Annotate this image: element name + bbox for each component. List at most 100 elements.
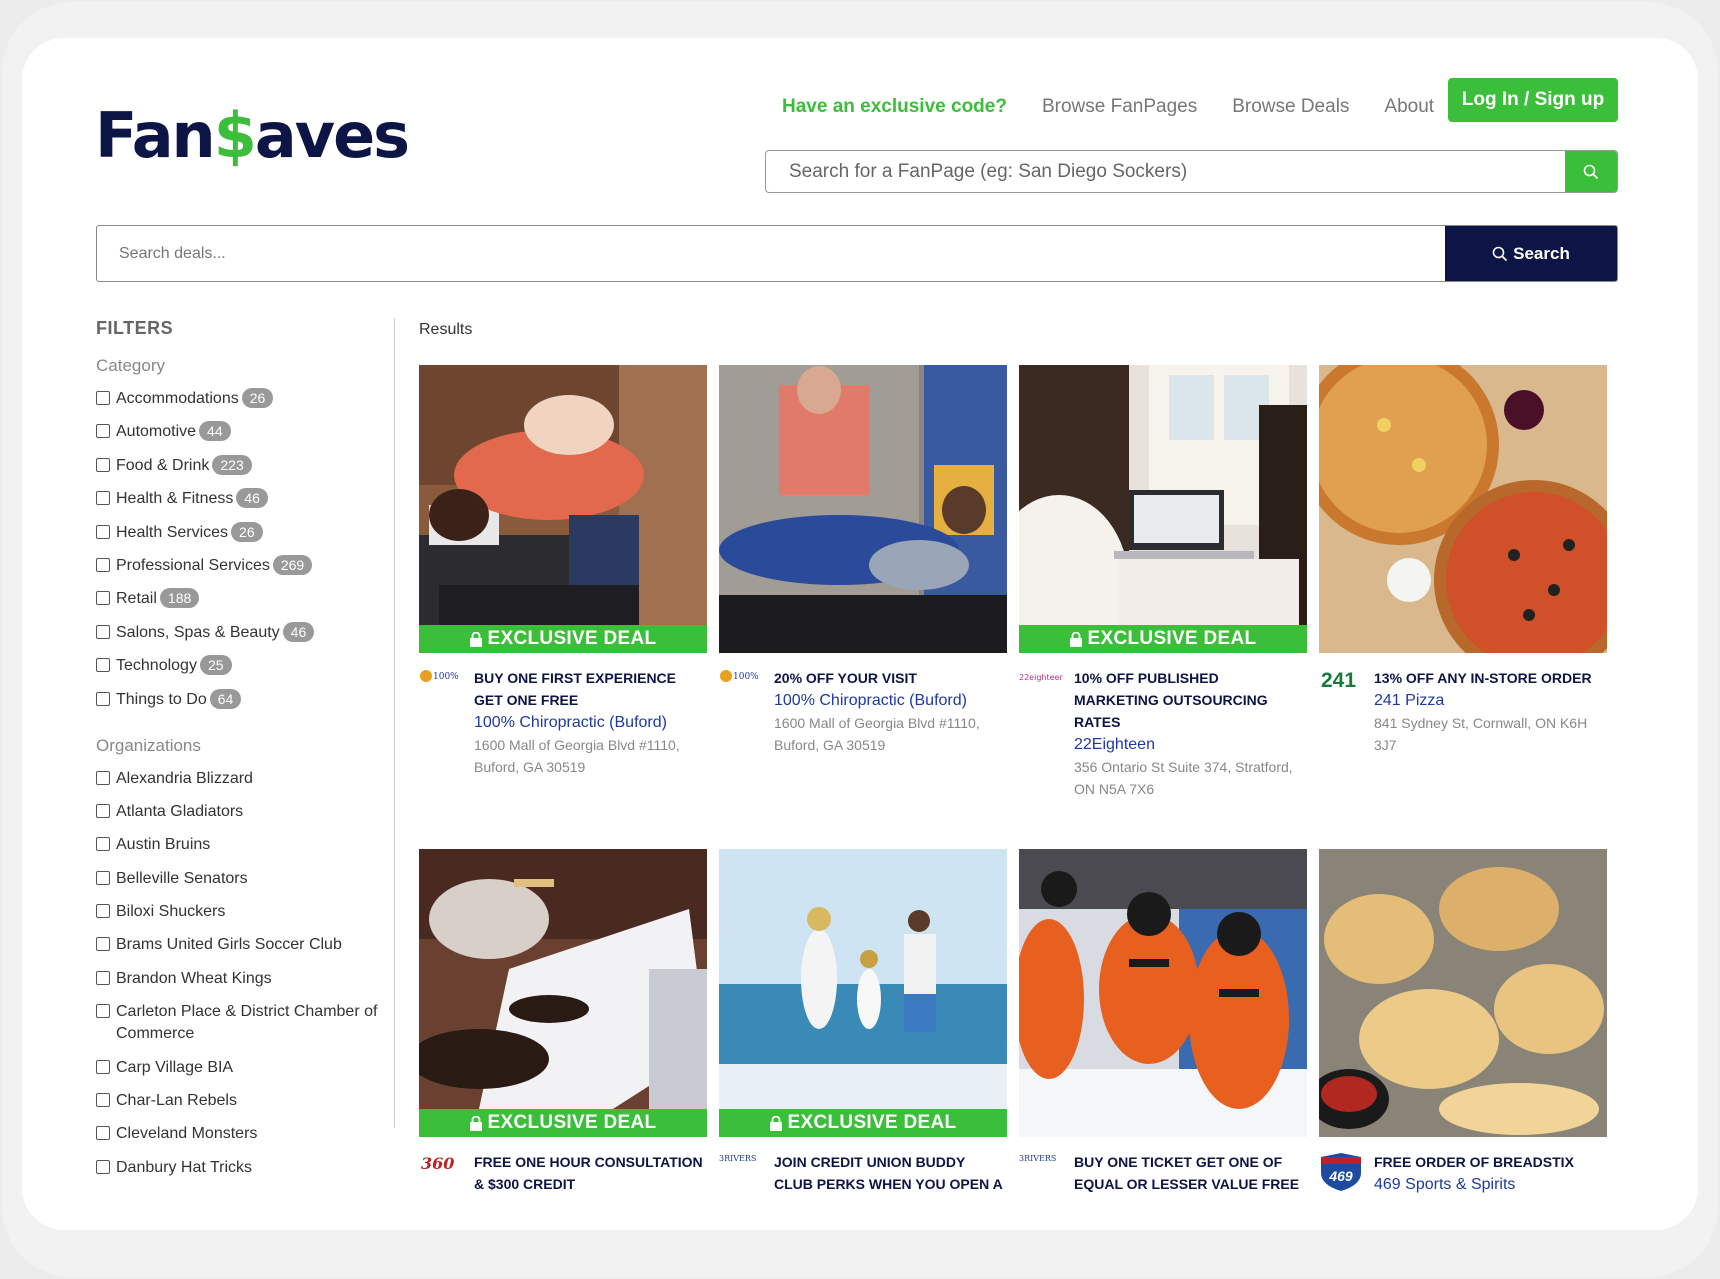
exclusive-deal-label: EXCLUSIVE DEAL: [487, 628, 657, 649]
organization-checkbox[interactable]: [96, 970, 110, 985]
deal-card[interactable]: EXCLUSIVE DEAL 100% BUY ONE FIRST EXPERI…: [419, 365, 707, 778]
deal-title[interactable]: BUY ONE TICKET GET ONE OF EQUAL OR LESSE…: [1074, 1151, 1307, 1195]
fanpage-search-input[interactable]: Search for a FanPage (eg: San Diego Sock…: [766, 151, 1565, 192]
deal-card[interactable]: 469 FREE ORDER OF BREADSTIX 469 Sports &…: [1319, 849, 1607, 1196]
category-checkbox[interactable]: [96, 424, 110, 439]
category-filter-item[interactable]: Health Services 26: [96, 521, 381, 544]
organization-checkbox[interactable]: [96, 1004, 110, 1019]
deal-card[interactable]: 100% 20% OFF YOUR VISIT 100% Chiropracti…: [719, 365, 1007, 756]
deal-title[interactable]: FREE ONE HOUR CONSULTATION & $300 CREDIT: [474, 1151, 707, 1195]
deal-card[interactable]: 241 13% OFF ANY IN-STORE ORDER 241 Pizza…: [1319, 365, 1607, 756]
vendor-link[interactable]: 241 Pizza: [1374, 689, 1607, 712]
vendor-link[interactable]: 469 Sports & Spirits: [1374, 1173, 1607, 1196]
svg-text:241: 241: [1321, 669, 1356, 692]
deal-title[interactable]: 10% OFF PUBLISHED MARKETING OUTSOURCING …: [1074, 667, 1307, 733]
login-signup-button[interactable]: Log In / Sign up: [1448, 78, 1618, 122]
deal-card[interactable]: EXCLUSIVE DEAL 3RIVERS JOIN CREDIT UNION…: [719, 849, 1007, 1195]
organization-filter-item[interactable]: Atlanta Gladiators: [96, 801, 381, 823]
organization-checkbox[interactable]: [96, 870, 110, 885]
organization-checkbox[interactable]: [96, 1059, 110, 1074]
fansaves-logo[interactable]: Fan$aves: [95, 96, 410, 176]
organization-checkbox[interactable]: [96, 803, 110, 818]
organization-filter-item[interactable]: Carp Village BIA: [96, 1057, 381, 1079]
organization-checkbox[interactable]: [96, 770, 110, 785]
exclusive-code-link[interactable]: Have an exclusive code?: [782, 96, 1007, 118]
deal-title[interactable]: FREE ORDER OF BREADSTIX: [1374, 1151, 1607, 1173]
category-checkbox[interactable]: [96, 491, 110, 506]
page: Fan$aves Have an exclusive code? Browse …: [22, 38, 1698, 1230]
lock-icon: [469, 1115, 482, 1131]
organization-checkbox[interactable]: [96, 1126, 110, 1141]
deal-image-chiropractic[interactable]: EXCLUSIVE DEAL: [419, 365, 707, 653]
organization-filter-item[interactable]: Biloxi Shuckers: [96, 901, 381, 923]
organization-filter-item[interactable]: Cleveland Monsters: [96, 1123, 381, 1145]
vendor-address: 1600 Mall of Georgia Blvd #1110, Buford,…: [774, 715, 980, 753]
vendor-link[interactable]: 100% Chiropractic (Buford): [774, 689, 1007, 712]
search-icon: [1492, 246, 1508, 261]
organization-checkbox[interactable]: [96, 1159, 110, 1174]
organization-checkbox[interactable]: [96, 904, 110, 919]
deal-image-hockey[interactable]: [1019, 849, 1307, 1137]
category-checkbox[interactable]: [96, 391, 110, 405]
deal-title[interactable]: 20% OFF YOUR VISIT: [774, 667, 1007, 689]
organization-filter-item[interactable]: Carleton Place & District Chamber of Com…: [96, 1001, 381, 1045]
category-filter-item[interactable]: Technology 25: [96, 655, 381, 677]
organization-filter-item[interactable]: Brandon Wheat Kings: [96, 968, 381, 990]
fanpage-search-button[interactable]: [1565, 151, 1617, 192]
deal-search-bar: Search deals... Search: [96, 225, 1618, 282]
about-link[interactable]: About: [1384, 96, 1434, 118]
category-filter-item[interactable]: Automotive 44: [96, 421, 381, 443]
category-checkbox[interactable]: [96, 624, 110, 639]
exclusive-deal-label: EXCLUSIVE DEAL: [487, 1112, 657, 1133]
deal-image-chiropractic-adjustment[interactable]: [719, 365, 1007, 653]
deal-card[interactable]: EXCLUSIVE DEAL 360 FREE ONE HOUR CONSULT…: [419, 849, 707, 1195]
category-filter-item[interactable]: Salons, Spas & Beauty 46: [96, 621, 381, 644]
deal-image-laptop-meeting[interactable]: EXCLUSIVE DEAL: [1019, 365, 1307, 653]
category-filter-item[interactable]: Retail 188: [96, 588, 381, 610]
organization-checkbox[interactable]: [96, 1093, 110, 1108]
organization-filter-item[interactable]: Brams United Girls Soccer Club: [96, 934, 381, 956]
category-checkbox[interactable]: [96, 591, 110, 606]
category-checkbox[interactable]: [96, 557, 110, 572]
category-label: Technology: [116, 657, 197, 675]
deal-image-pizza[interactable]: [1319, 365, 1607, 653]
category-checkbox[interactable]: [96, 524, 110, 539]
deal-search-input[interactable]: Search deals...: [97, 226, 1445, 281]
deal-title[interactable]: BUY ONE FIRST EXPERIENCE GET ONE FREE: [474, 667, 707, 711]
browse-deals-link[interactable]: Browse Deals: [1232, 96, 1349, 118]
organization-filter-item[interactable]: Belleville Senators: [96, 868, 381, 890]
sidebar-divider: [394, 318, 395, 1128]
lock-icon: [769, 1115, 782, 1131]
deal-search-button-label: Search: [1513, 243, 1570, 263]
category-filter-item[interactable]: Food & Drink 223: [96, 454, 381, 477]
deal-title[interactable]: JOIN CREDIT UNION BUDDY CLUB PERKS WHEN …: [774, 1151, 1007, 1195]
organization-filter-item[interactable]: Danbury Hat Tricks: [96, 1157, 381, 1179]
category-filter-item[interactable]: Things to Do 64: [96, 688, 381, 711]
deal-image-consultation[interactable]: EXCLUSIVE DEAL: [419, 849, 707, 1137]
vendor-address: 356 Ontario St Suite 374, Stratford, ON …: [1074, 759, 1293, 797]
category-checkbox[interactable]: [96, 691, 110, 706]
category-filter-item[interactable]: Professional Services 269: [96, 554, 381, 577]
brand-logo-100-chiropractic: 100%: [719, 667, 774, 695]
deal-card[interactable]: 3RIVERS BUY ONE TICKET GET ONE OF EQUAL …: [1019, 849, 1307, 1195]
category-filter-item[interactable]: Accommodations 26: [96, 388, 381, 410]
deal-title[interactable]: 13% OFF ANY IN-STORE ORDER: [1374, 667, 1607, 689]
category-label: Category: [96, 356, 165, 375]
deal-search-button[interactable]: Search: [1445, 226, 1617, 281]
organization-filter-item[interactable]: Alexandria Blizzard: [96, 768, 381, 790]
category-checkbox[interactable]: [96, 457, 110, 472]
svg-text:3RIVERS: 3RIVERS: [1019, 1154, 1056, 1163]
category-filter-item[interactable]: Health & Fitness 46: [96, 488, 381, 510]
organization-filter-item[interactable]: Austin Bruins: [96, 834, 381, 856]
vendor-link[interactable]: 22Eighteen: [1074, 733, 1307, 756]
deal-card[interactable]: EXCLUSIVE DEAL 22eighteen 10% OFF PUBLIS…: [1019, 365, 1307, 800]
organization-checkbox[interactable]: [96, 937, 110, 952]
category-checkbox[interactable]: [96, 658, 110, 673]
organization-checkbox[interactable]: [96, 837, 110, 852]
deal-image-breadstix[interactable]: [1319, 849, 1607, 1137]
exclusive-deal-badge: EXCLUSIVE DEAL: [1019, 625, 1307, 653]
browse-fanpages-link[interactable]: Browse FanPages: [1042, 96, 1197, 118]
vendor-link[interactable]: 100% Chiropractic (Buford): [474, 711, 707, 734]
deal-image-beach-family[interactable]: EXCLUSIVE DEAL: [719, 849, 1007, 1137]
organization-filter-item[interactable]: Char-Lan Rebels: [96, 1090, 381, 1112]
